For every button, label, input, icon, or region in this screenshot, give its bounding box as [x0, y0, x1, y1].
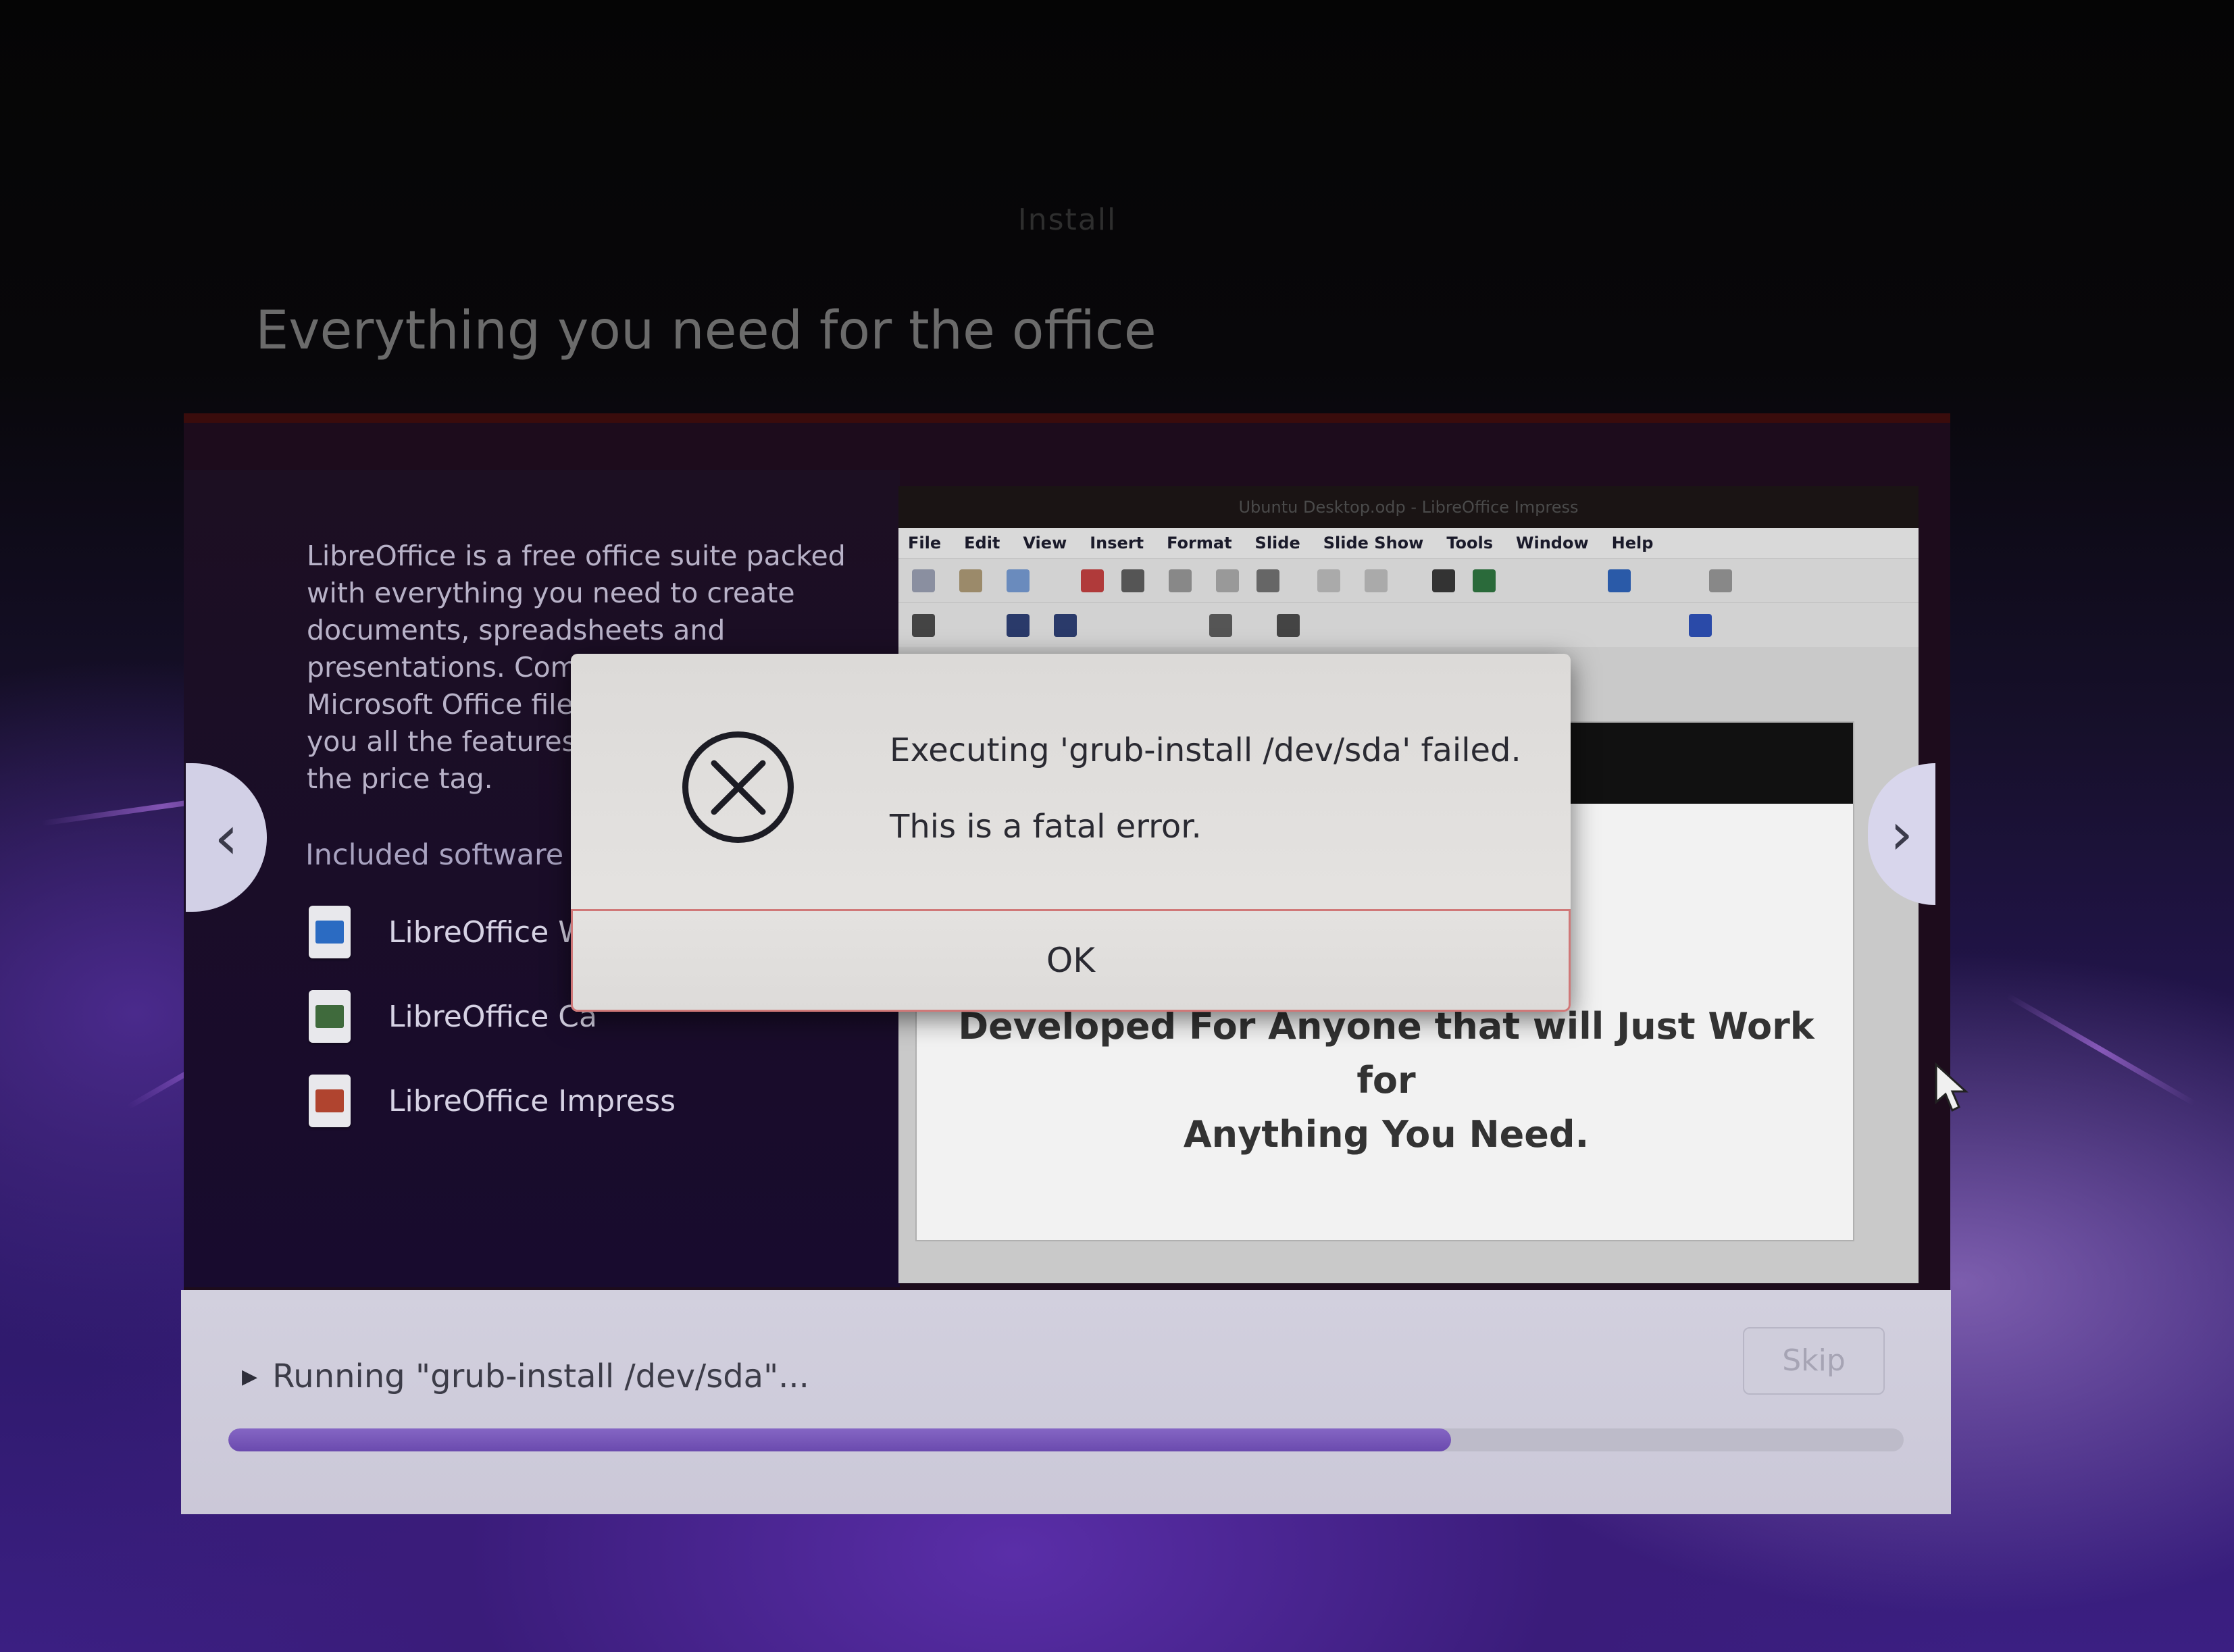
- select-icon: [912, 614, 935, 637]
- dialog-detail: This is a fatal error.: [890, 808, 1202, 846]
- menu-insert: Insert: [1090, 534, 1144, 552]
- mouse-pointer-icon: [1935, 1062, 1969, 1112]
- impress-icon: [309, 1075, 351, 1127]
- description-tail: the price tag.: [307, 763, 493, 795]
- table-icon: [1608, 569, 1631, 592]
- progress-bar: [228, 1428, 1904, 1451]
- app-label: LibreOffice Ca: [388, 999, 597, 1034]
- app-label: LibreOffice W: [388, 914, 588, 950]
- app-item-impress: LibreOffice Impress: [309, 1075, 676, 1127]
- wallpaper-streak: [2006, 993, 2196, 1106]
- menu-slide: Slide: [1254, 534, 1300, 552]
- install-status[interactable]: ▶ Running "grub-install /dev/sda"...: [242, 1358, 809, 1395]
- chevron-right-icon: ›: [1889, 800, 1914, 868]
- expand-triangle-icon[interactable]: ▶: [242, 1365, 257, 1389]
- print-icon: [1121, 569, 1144, 592]
- status-text: Running "grub-install /dev/sda"...: [272, 1358, 809, 1395]
- dialog-message: Executing 'grub-install /dev/sda' failed…: [890, 731, 1521, 769]
- menu-format: Format: [1167, 534, 1232, 552]
- spelling-icon: [1473, 569, 1496, 592]
- save-icon: [1007, 569, 1030, 592]
- install-progress-panel: ▶ Running "grub-install /dev/sda"... Ski…: [181, 1290, 1951, 1514]
- preview-toolbar-standard: [898, 558, 1919, 602]
- slide-heading: Everything you need for the office: [255, 301, 1157, 361]
- preview-titlebar: Ubuntu Desktop.odp - LibreOffice Impress: [898, 486, 1919, 528]
- copy-icon: [1216, 569, 1239, 592]
- error-dialog: Executing 'grub-install /dev/sda' failed…: [571, 654, 1571, 1012]
- curve-icon: [1277, 614, 1300, 637]
- window-title: Install: [1017, 203, 1117, 237]
- preview-slide-line-3: Anything You Need.: [1183, 1113, 1590, 1156]
- calc-icon: [309, 990, 351, 1043]
- app-label: LibreOffice Impress: [388, 1083, 676, 1118]
- preview-slide-line-2: Developed For Anyone that will Just Work…: [958, 1005, 1814, 1102]
- menu-help: Help: [1611, 534, 1654, 552]
- find-icon: [1432, 569, 1455, 592]
- menu-slide-show: Slide Show: [1323, 534, 1424, 552]
- pdf-icon: [1081, 569, 1104, 592]
- chevron-left-icon: ‹: [214, 802, 238, 873]
- app-item-writer: LibreOffice W: [309, 906, 588, 958]
- included-software-label: Included software: [305, 838, 564, 872]
- writer-icon: [309, 906, 351, 958]
- paste-icon: [1256, 569, 1279, 592]
- preview-toolbar-drawing: [898, 602, 1919, 647]
- fill-color-icon: [1054, 614, 1077, 637]
- 3d-object-icon: [1689, 614, 1712, 637]
- menu-edit: Edit: [964, 534, 1000, 552]
- menu-view: View: [1023, 534, 1067, 552]
- error-icon: [682, 731, 794, 843]
- menu-window: Window: [1516, 534, 1589, 552]
- skip-button[interactable]: Skip: [1743, 1327, 1885, 1395]
- arrow-icon: [1209, 614, 1232, 637]
- progress-fill: [228, 1428, 1452, 1451]
- menu-file: File: [908, 534, 942, 552]
- undo-icon: [1317, 569, 1340, 592]
- ok-button[interactable]: OK: [571, 909, 1571, 1012]
- menu-tools: Tools: [1446, 534, 1494, 552]
- preview-menubar: File Edit View Insert Format Slide Slide…: [898, 528, 1919, 558]
- cut-icon: [1169, 569, 1192, 592]
- open-icon: [959, 569, 982, 592]
- new-icon: [912, 569, 935, 592]
- slide-icon: [1709, 569, 1732, 592]
- line-color-icon: [1007, 614, 1030, 637]
- redo-icon: [1365, 569, 1388, 592]
- app-item-calc: LibreOffice Ca: [309, 990, 597, 1043]
